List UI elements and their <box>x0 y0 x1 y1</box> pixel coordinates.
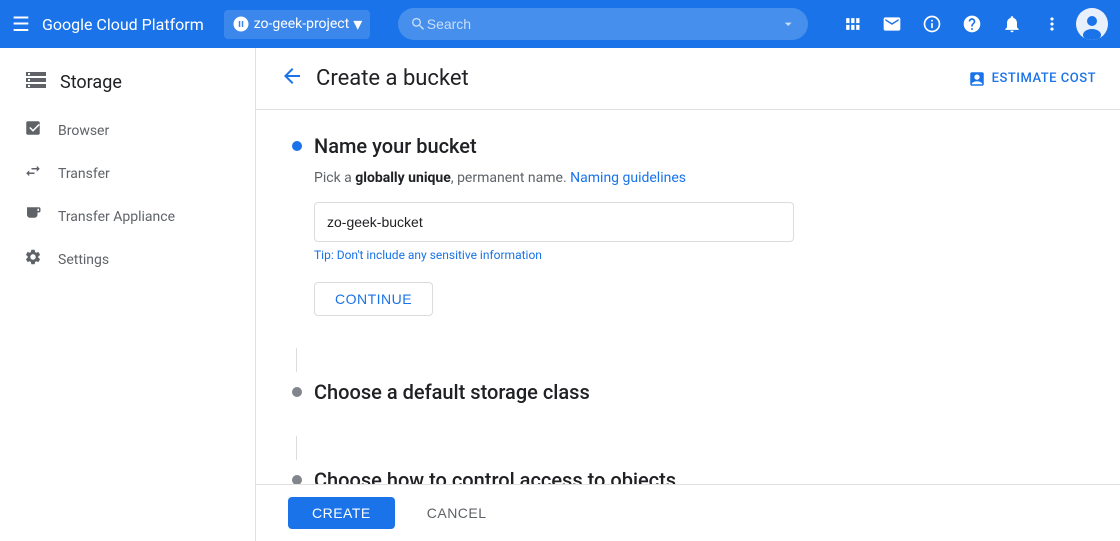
step-storage-class: Choose a default storage class <box>288 380 1088 404</box>
topbar-actions <box>836 8 1108 40</box>
sidebar-item-label: Settings <box>58 252 109 268</box>
step-name-header: Name your bucket <box>288 134 1088 158</box>
layout: Storage Browser Transfer Transfer Applia… <box>0 48 1120 541</box>
step-bullet-inactive <box>292 387 302 397</box>
page-title: Create a bucket <box>316 66 469 91</box>
sidebar-item-browser[interactable]: Browser <box>0 109 255 152</box>
more-icon[interactable] <box>1036 8 1068 40</box>
sidebar-item-label: Transfer Appliance <box>58 209 175 225</box>
bucket-name-input[interactable] <box>314 202 794 242</box>
step-name: Name your bucket Pick a globally unique,… <box>288 134 1088 316</box>
desc-prefix: Pick a <box>314 170 355 186</box>
desc-suffix: , permanent name. <box>451 170 570 186</box>
transfer-icon <box>24 162 42 185</box>
topbar-logo: Google Cloud Platform <box>42 15 204 34</box>
email-icon[interactable] <box>876 8 908 40</box>
avatar[interactable] <box>1076 8 1108 40</box>
storage-icon <box>24 68 48 97</box>
logo-text: Google Cloud Platform <box>42 15 204 34</box>
form-content: Name your bucket Pick a globally unique,… <box>256 110 1120 541</box>
browser-icon <box>24 119 42 142</box>
settings-icon <box>24 248 42 271</box>
sidebar: Storage Browser Transfer Transfer Applia… <box>0 48 256 541</box>
desc-bold: globally unique <box>355 170 451 186</box>
menu-icon[interactable]: ☰ <box>12 12 30 36</box>
appliance-icon <box>24 205 42 228</box>
project-selector[interactable]: zo-geek-project ▾ <box>224 10 371 39</box>
create-button[interactable]: CREATE <box>288 497 395 529</box>
estimate-cost-label: ESTIMATE COST <box>992 71 1096 86</box>
sidebar-item-settings[interactable]: Settings <box>0 238 255 281</box>
topbar: ☰ Google Cloud Platform zo-geek-project … <box>0 0 1120 48</box>
naming-guidelines-link[interactable]: Naming guidelines <box>570 170 686 186</box>
sidebar-item-label: Browser <box>58 123 109 139</box>
search-dropdown-icon[interactable] <box>780 15 796 33</box>
step-storage-class-header: Choose a default storage class <box>288 380 1088 404</box>
step-separator-2 <box>296 348 297 372</box>
continue-button[interactable]: CONTINUE <box>314 282 433 316</box>
step-bullet-active <box>292 141 302 151</box>
main-content: Create a bucket ESTIMATE COST Name your … <box>256 48 1120 541</box>
grid-icon[interactable] <box>836 8 868 40</box>
project-name: zo-geek-project <box>254 16 350 32</box>
tip-text: Tip: Don't include any sensitive informa… <box>314 248 1088 262</box>
chevron-down-icon: ▾ <box>353 14 362 35</box>
project-icon <box>232 15 250 33</box>
estimate-cost-button[interactable]: ESTIMATE COST <box>968 70 1096 88</box>
sidebar-item-label: Transfer <box>58 166 110 182</box>
help-icon[interactable] <box>956 8 988 40</box>
search-input[interactable] <box>427 16 780 32</box>
sidebar-title: Storage <box>60 72 122 93</box>
support-icon[interactable] <box>916 8 948 40</box>
page-header: Create a bucket ESTIMATE COST <box>256 48 1120 110</box>
back-button[interactable] <box>280 64 304 93</box>
step-name-description: Pick a globally unique, permanent name. … <box>314 170 1088 186</box>
search-bar[interactable] <box>398 8 808 40</box>
sidebar-item-transfer-appliance[interactable]: Transfer Appliance <box>0 195 255 238</box>
step-storage-class-title: Choose a default storage class <box>314 380 590 404</box>
search-icon <box>410 15 426 33</box>
bottom-actions: CREATE CANCEL <box>256 484 1120 541</box>
cancel-button[interactable]: CANCEL <box>411 497 503 529</box>
step-separator-3 <box>296 436 297 460</box>
page-header-left: Create a bucket <box>280 64 469 93</box>
sidebar-header: Storage <box>0 56 255 109</box>
estimate-cost-icon <box>968 70 986 88</box>
step-name-body: Pick a globally unique, permanent name. … <box>314 170 1088 316</box>
step-name-title: Name your bucket <box>314 134 477 158</box>
notification-icon[interactable] <box>996 8 1028 40</box>
sidebar-item-transfer[interactable]: Transfer <box>0 152 255 195</box>
